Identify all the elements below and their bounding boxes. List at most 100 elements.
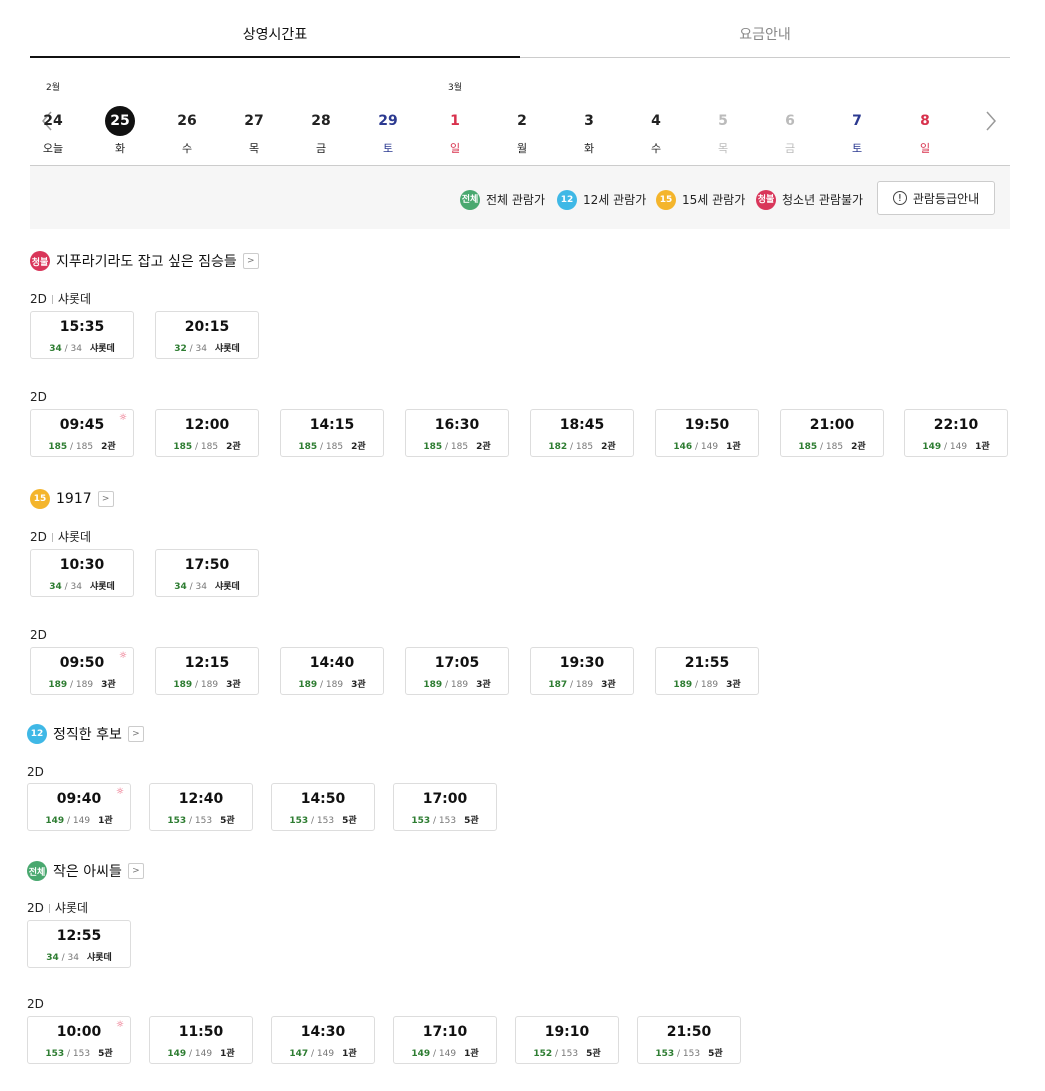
showtime-button[interactable]: 11:50 149 / 149 1관 bbox=[149, 1016, 253, 1064]
date-weekday: 월 bbox=[516, 142, 528, 155]
movie-title[interactable]: 전체 작은 아씨들 > bbox=[27, 860, 144, 882]
date-item-26[interactable]: 26 수 bbox=[157, 80, 217, 156]
showtime-time: 22:10 bbox=[933, 417, 979, 433]
showtime-seat-info: 185 / 185 2관 bbox=[406, 439, 508, 452]
morning-show-icon: ☼ bbox=[115, 787, 124, 797]
seats-total: 189 bbox=[75, 680, 94, 690]
seats-total: 153 bbox=[316, 816, 335, 826]
screen-hall: 5관 bbox=[464, 816, 479, 826]
showtime-button[interactable]: 15:35 34 / 34 샤롯데 bbox=[30, 311, 134, 359]
date-item-24[interactable]: 2월 24 오늘 bbox=[23, 80, 83, 156]
showtime-button[interactable]: 22:10 149 / 149 1관 bbox=[904, 409, 1008, 457]
date-month-label bbox=[358, 80, 418, 94]
movie-title[interactable]: 12 정직한 후보 > bbox=[27, 723, 144, 745]
showtime-time: 09:40 bbox=[56, 791, 102, 807]
showtime-button[interactable]: 17:00 153 / 153 5관 bbox=[393, 783, 497, 831]
seats-available: 153 bbox=[411, 816, 431, 826]
date-item-7[interactable]: 7토 bbox=[827, 80, 887, 156]
seats-total: 185 bbox=[325, 442, 344, 452]
movie-title[interactable]: 15 1917 > bbox=[30, 488, 114, 510]
showtime-button[interactable]: 12:15 189 / 189 3관 bbox=[155, 647, 259, 695]
date-item-1[interactable]: 3월 1 일 bbox=[425, 80, 485, 156]
seats-available: 185 bbox=[298, 442, 318, 452]
showtime-button[interactable]: 16:30 185 / 185 2관 bbox=[405, 409, 509, 457]
seats-total: 189 bbox=[325, 680, 344, 690]
showtime-button[interactable]: 09:45 185 / 185 2관 ☼ bbox=[30, 409, 134, 457]
showtime-time: 12:55 bbox=[56, 928, 102, 944]
showtime-seat-info: 189 / 189 3관 bbox=[31, 677, 133, 690]
showtime-button[interactable]: 21:00 185 / 185 2관 bbox=[780, 409, 884, 457]
seats-available: 146 bbox=[673, 442, 693, 452]
showtime-button[interactable]: 14:30 147 / 149 1관 bbox=[271, 1016, 375, 1064]
seats-separator: / bbox=[64, 1049, 73, 1059]
date-month-label: 3월 bbox=[447, 83, 462, 93]
date-item-25[interactable]: 25 화 bbox=[90, 80, 150, 156]
showtime-button[interactable]: 09:40 149 / 149 1관 ☼ bbox=[27, 783, 131, 831]
rating-r12-icon: 12 bbox=[27, 724, 47, 744]
showtime-button[interactable]: 17:10 149 / 149 1관 bbox=[393, 1016, 497, 1064]
seats-available: 153 bbox=[655, 1049, 675, 1059]
showtime-time: 17:10 bbox=[422, 1024, 468, 1040]
rating-guide-button[interactable]: ! 관람등급안내 bbox=[877, 181, 995, 215]
screen-hall: 1관 bbox=[726, 442, 741, 452]
seats-total: 185 bbox=[450, 442, 469, 452]
date-item-6[interactable]: 6금 bbox=[760, 80, 820, 156]
showtime-button[interactable]: 21:55 189 / 189 3관 bbox=[655, 647, 759, 695]
chevron-right-icon[interactable]: > bbox=[127, 863, 144, 879]
tab-pricing[interactable]: 요금안내 bbox=[520, 24, 1010, 46]
date-item-3[interactable]: 3화 bbox=[559, 80, 619, 156]
seats-separator: / bbox=[61, 344, 71, 354]
seats-available: 152 bbox=[533, 1049, 553, 1059]
showtime-time: 10:00 bbox=[56, 1024, 102, 1040]
date-day-number: 24 bbox=[23, 106, 83, 136]
showtime-button[interactable]: 14:50 153 / 153 5관 bbox=[271, 783, 375, 831]
chevron-right-icon[interactable]: > bbox=[97, 491, 114, 507]
date-item-29[interactable]: 29 토 bbox=[358, 80, 418, 156]
showtime-button[interactable]: 19:30 187 / 189 3관 bbox=[530, 647, 634, 695]
seats-available: 189 bbox=[423, 680, 443, 690]
showtime-seat-info: 146 / 149 1관 bbox=[656, 439, 758, 452]
screen-hall: 5관 bbox=[586, 1049, 601, 1059]
format-type: 2D bbox=[27, 997, 44, 1011]
date-month-label: 2월 bbox=[45, 83, 60, 93]
showtime-button[interactable]: 21:50 153 / 153 5관 bbox=[637, 1016, 741, 1064]
chevron-right-icon[interactable]: > bbox=[127, 726, 144, 742]
showtime-button[interactable]: 19:50 146 / 149 1관 bbox=[655, 409, 759, 457]
next-date-arrow-icon[interactable] bbox=[984, 110, 998, 131]
showtime-button[interactable]: 12:40 153 / 153 5관 bbox=[149, 783, 253, 831]
movie-title[interactable]: 청불 지푸라기라도 잡고 싶은 짐승들 > bbox=[30, 250, 259, 272]
screen-hall: 2관 bbox=[851, 442, 866, 452]
screen-hall: 5관 bbox=[98, 1049, 113, 1059]
showtime-button[interactable]: 12:00 185 / 185 2관 bbox=[155, 409, 259, 457]
tab-showtimes[interactable]: 상영시간표 bbox=[30, 24, 520, 46]
showtime-button[interactable]: 17:50 34 / 34 샤롯데 bbox=[155, 549, 259, 597]
date-item-2[interactable]: 2월 bbox=[492, 80, 552, 156]
showtime-button[interactable]: 10:30 34 / 34 샤롯데 bbox=[30, 549, 134, 597]
seats-separator: / bbox=[308, 816, 317, 826]
date-item-5[interactable]: 5목 bbox=[693, 80, 753, 156]
showtime-button[interactable]: 10:00 153 / 153 5관 ☼ bbox=[27, 1016, 131, 1064]
screen-hall: 2관 bbox=[351, 442, 366, 452]
showtime-button[interactable]: 14:40 189 / 189 3관 bbox=[280, 647, 384, 695]
date-item-8[interactable]: 8일 bbox=[895, 80, 955, 156]
showtime-button[interactable]: 20:15 32 / 34 샤롯데 bbox=[155, 311, 259, 359]
date-item-28[interactable]: 28 금 bbox=[291, 80, 351, 156]
showtime-button[interactable]: 17:05 189 / 189 3관 bbox=[405, 647, 509, 695]
date-weekday: 금 bbox=[315, 142, 327, 155]
format-label: 2D 샤롯데 bbox=[27, 900, 88, 916]
showtime-button[interactable]: 09:50 189 / 189 3관 ☼ bbox=[30, 647, 134, 695]
date-item-27[interactable]: 27 목 bbox=[224, 80, 284, 156]
showtime-button[interactable]: 18:45 182 / 185 2관 bbox=[530, 409, 634, 457]
showtime-seat-info: 185 / 185 2관 bbox=[781, 439, 883, 452]
rating-15-icon: 15 bbox=[656, 190, 676, 210]
chevron-right-icon[interactable]: > bbox=[242, 253, 259, 269]
showtime-button[interactable]: 14:15 185 / 185 2관 bbox=[280, 409, 384, 457]
date-item-4[interactable]: 4수 bbox=[626, 80, 686, 156]
seats-total: 153 bbox=[560, 1049, 579, 1059]
date-day-value: 4 bbox=[651, 113, 661, 129]
date-month-label bbox=[827, 80, 887, 94]
format-separator bbox=[51, 533, 53, 542]
format-separator bbox=[48, 904, 50, 913]
showtime-button[interactable]: 12:55 34 / 34 샤롯데 bbox=[27, 920, 131, 968]
showtime-button[interactable]: 19:10 152 / 153 5관 bbox=[515, 1016, 619, 1064]
